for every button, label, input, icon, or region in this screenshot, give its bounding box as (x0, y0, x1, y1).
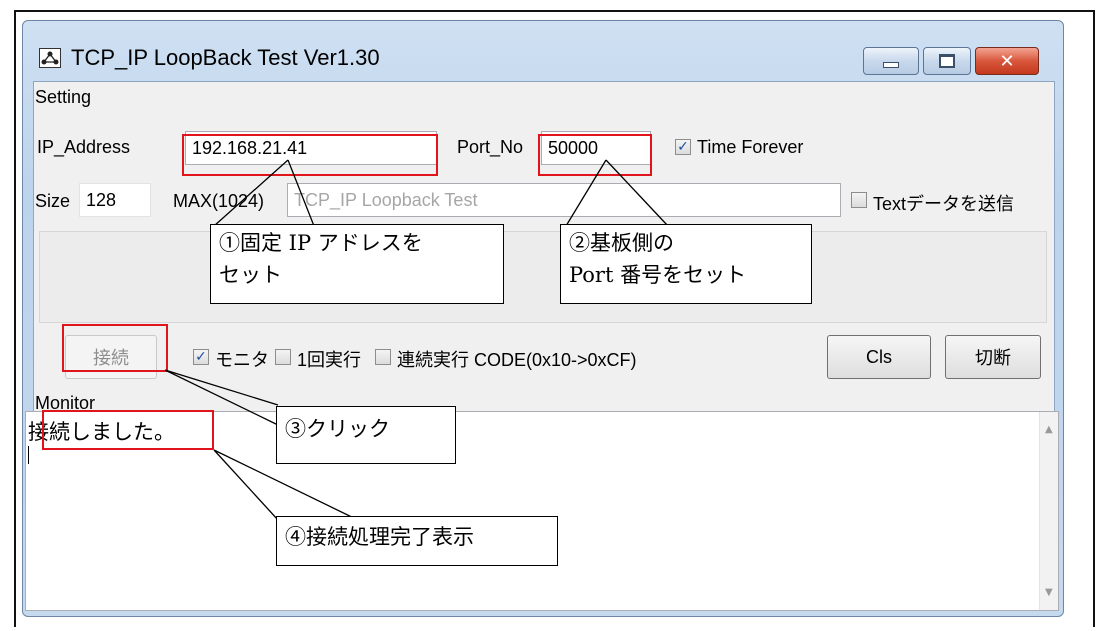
monitor-text: 接続しました。 (28, 420, 175, 444)
callout-set-port-line1: ②基板側の (569, 231, 674, 255)
time-forever-checkbox[interactable]: ✓ (675, 139, 691, 155)
cls-button[interactable]: Cls (827, 335, 931, 379)
callout-click: ③クリック (276, 406, 456, 464)
callout-set-port-line2: Port 番号をセット (569, 263, 747, 287)
minimize-button[interactable] (863, 47, 919, 75)
callout-set-ip-line1: ①固定 IP アドレスを (219, 231, 423, 255)
monitor-checkbox[interactable]: ✓ (193, 349, 209, 365)
continuous-run-label: 連続実行 CODE(0x10->0xCF) (397, 350, 637, 370)
setting-group-label: Setting (35, 87, 92, 107)
port-no-label: Port_No (457, 137, 524, 157)
close-icon: ✕ (999, 50, 1015, 72)
send-text-checkbox[interactable] (851, 192, 867, 208)
text-caret (28, 446, 29, 464)
disconnect-button[interactable]: 切断 (945, 335, 1041, 379)
time-forever-label: Time Forever (697, 137, 804, 157)
window-title: TCP_IP LoopBack Test Ver1.30 (71, 45, 380, 70)
ip-address-label: IP_Address (37, 137, 131, 157)
maximize-icon (924, 48, 970, 74)
connect-button[interactable]: 接続 (65, 335, 157, 379)
monitor-textarea[interactable]: 接続しました。 ▲ ▼ (25, 411, 1059, 611)
monitor-scrollbar[interactable]: ▲ ▼ (1039, 412, 1058, 610)
callout-set-ip-line2: セット (219, 263, 282, 287)
scroll-down-icon[interactable]: ▼ (1045, 587, 1053, 598)
callout-area-panel (39, 231, 1047, 323)
port-no-input[interactable]: 50000 (541, 131, 651, 165)
size-label: Size (35, 191, 71, 211)
continuous-run-checkbox[interactable] (375, 349, 391, 365)
run-once-label: 1回実行 (297, 350, 362, 370)
title-bar[interactable]: TCP_IP LoopBack Test Ver1.30 ✕ (23, 21, 1063, 81)
callout-connected: ④接続処理完了表示 (276, 516, 558, 566)
send-text-label: Textデータを送信 (873, 194, 1015, 214)
text-data-input[interactable]: TCP_IP Loopback Test (287, 183, 841, 217)
max-size-label: MAX(1024) (173, 191, 265, 211)
size-input[interactable]: 128 (79, 183, 151, 217)
scroll-up-icon[interactable]: ▲ (1045, 424, 1053, 435)
callout-set-port: ②基板側の Port 番号をセット (560, 224, 812, 304)
run-once-checkbox[interactable] (275, 349, 291, 365)
close-button[interactable]: ✕ (975, 47, 1039, 75)
maximize-button[interactable] (923, 47, 971, 75)
minimize-icon (864, 48, 918, 74)
ip-address-input[interactable]: 192.168.21.41 (185, 131, 437, 165)
callout-set-ip: ①固定 IP アドレスを セット (210, 224, 504, 304)
monitor-checkbox-label: モニタ (215, 350, 269, 370)
app-icon (39, 48, 61, 68)
